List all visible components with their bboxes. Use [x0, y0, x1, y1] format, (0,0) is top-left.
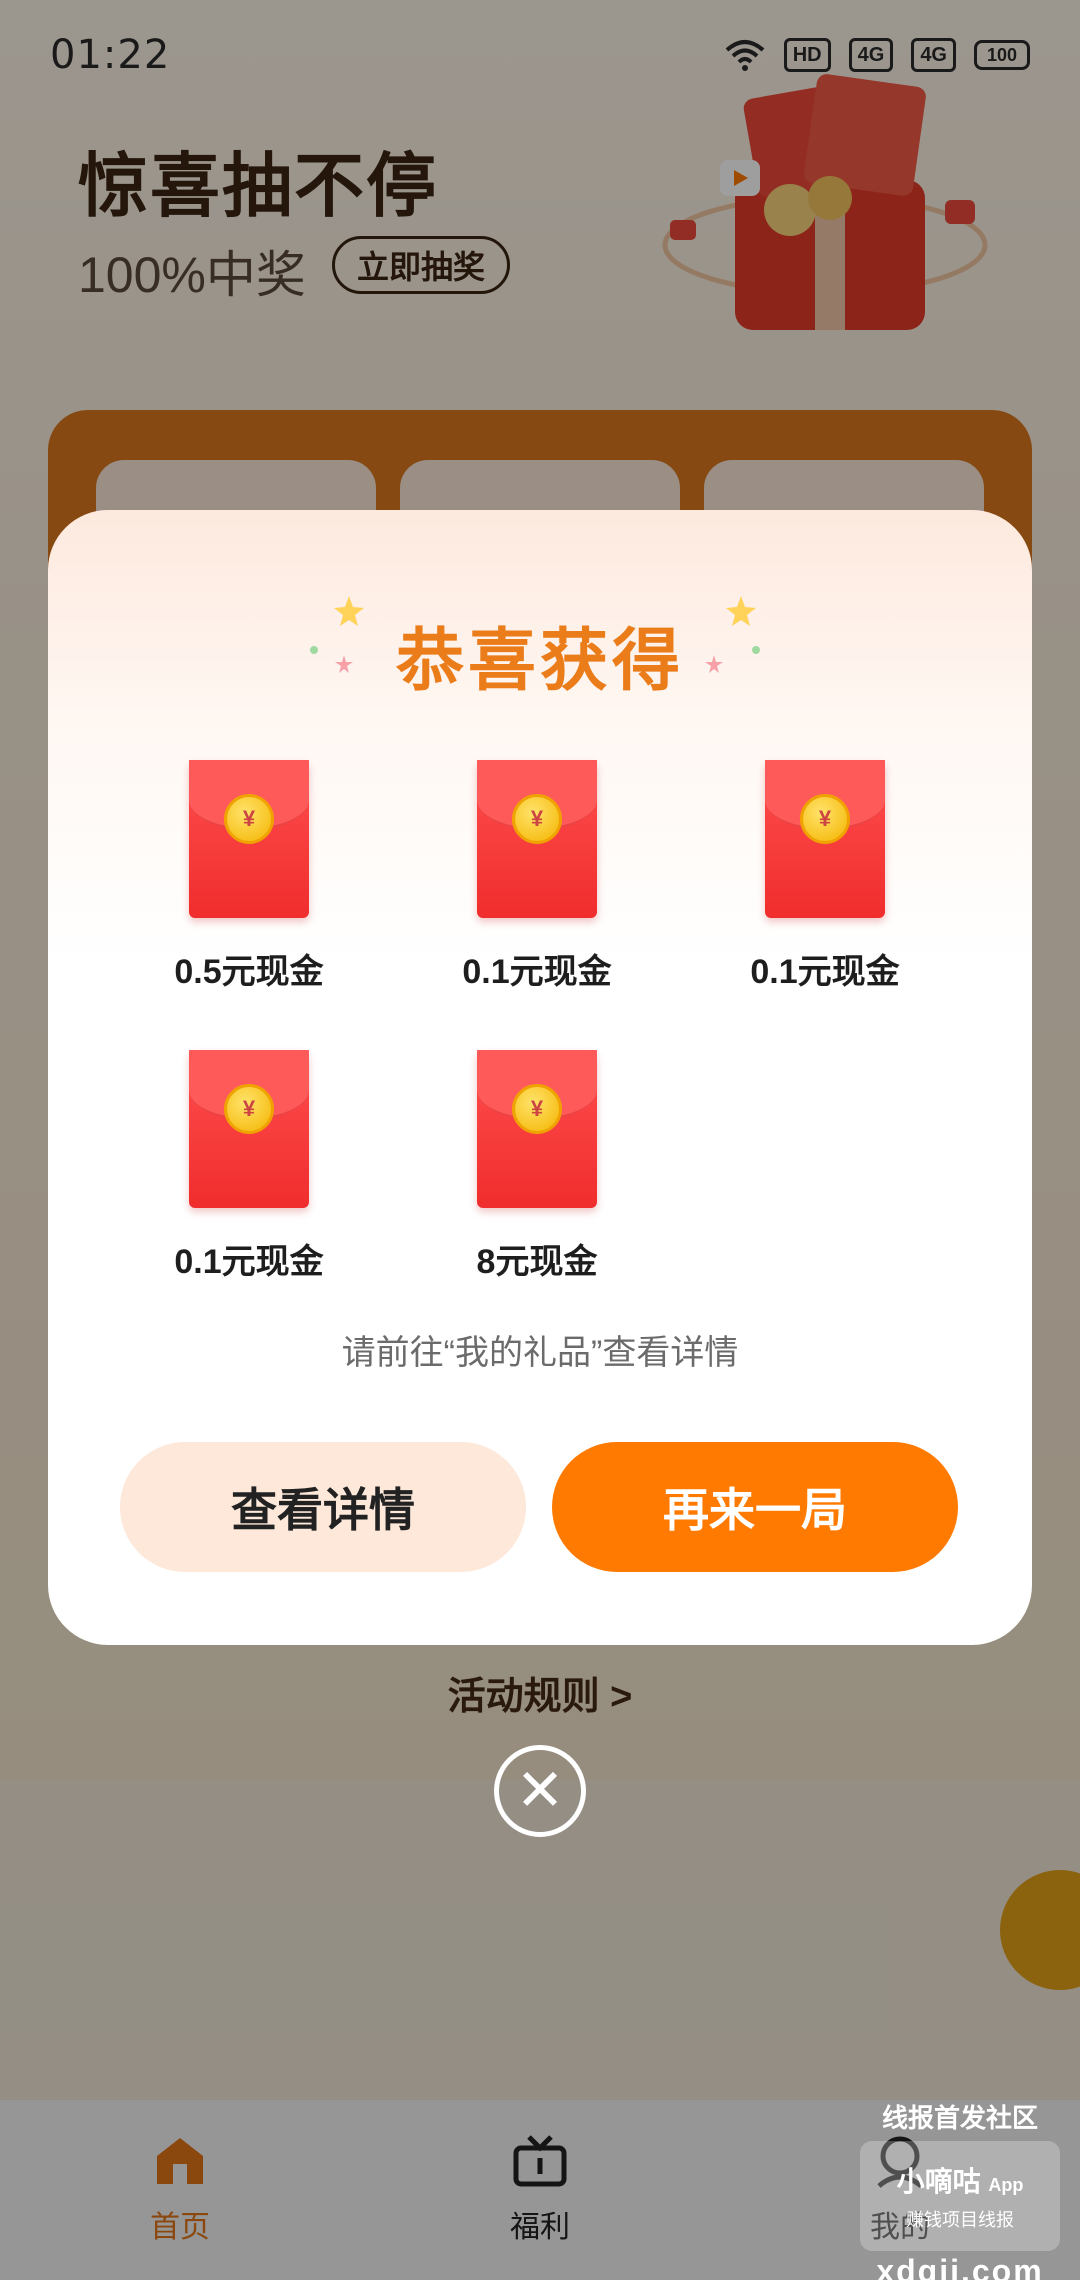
prize-label: 0.1元现金	[174, 1243, 324, 1281]
prize-label: 0.1元现金	[462, 953, 612, 991]
watermark: 线报首发社区 小嘀咕 App 赚钱项目线报 xdgii.com	[860, 2098, 1060, 2280]
prize-label: 0.5元现金	[174, 953, 324, 991]
status-icons: HD 4G 4G 100	[724, 38, 1030, 72]
signal-icon: 4G	[911, 38, 956, 72]
status-bar: 01:22 HD 4G 4G 100	[0, 0, 1080, 110]
play-again-button[interactable]: 再来一局	[552, 1442, 958, 1572]
activity-rules-link[interactable]: 活动规则 >	[0, 1665, 1080, 1720]
status-time: 01:22	[50, 32, 171, 78]
red-envelope-icon: ¥	[765, 760, 885, 918]
watermark-card: 小嘀咕 App 赚钱项目线报	[860, 2141, 1060, 2251]
prize-item: ¥ 8元现金	[427, 1050, 647, 1283]
watermark-tag: App	[988, 2175, 1024, 2195]
prize-item: ¥ 0.1元现金	[715, 760, 935, 993]
dialog-title: 恭喜获得	[395, 623, 684, 699]
wifi-icon	[725, 40, 765, 71]
coin-icon: ¥	[512, 794, 562, 844]
red-envelope-icon: ¥	[477, 1050, 597, 1208]
hd-icon: HD	[783, 38, 831, 72]
coin-icon: ¥	[224, 1084, 274, 1134]
prize-item: ¥ 0.1元现金	[427, 760, 647, 993]
signal-icon: 4G	[848, 38, 894, 72]
watermark-name: 小嘀咕	[896, 2166, 981, 2197]
dialog-note: 请前往“我的礼品”查看详情	[341, 1334, 739, 1372]
coin-icon: ¥	[800, 794, 850, 844]
prize-item: ¥ 0.5元现金	[139, 760, 359, 993]
battery-icon: 100	[974, 40, 1030, 70]
view-details-button[interactable]: 查看详情	[120, 1442, 526, 1572]
red-envelope-icon: ¥	[189, 1050, 309, 1208]
coin-icon: ¥	[224, 794, 274, 844]
watermark-domain: xdgii.com	[876, 2253, 1044, 2280]
coin-icon: ¥	[512, 1084, 562, 1134]
prize-result-dialog: 恭喜获得 ¥ 0.5元现金 ¥ 0.1元现金 ¥ 0.1元现金 ¥ 0.1元现金…	[48, 510, 1032, 1645]
red-envelope-icon: ¥	[189, 760, 309, 918]
watermark-top: 线报首发社区	[881, 2103, 1038, 2133]
red-envelope-icon: ¥	[477, 760, 597, 918]
prize-label: 0.1元现金	[750, 953, 900, 991]
watermark-slogan: 赚钱项目线报	[906, 2210, 1014, 2230]
prize-item: ¥ 0.1元现金	[139, 1050, 359, 1283]
prize-label: 8元现金	[476, 1243, 598, 1281]
close-icon[interactable]: ✕	[494, 1745, 586, 1837]
